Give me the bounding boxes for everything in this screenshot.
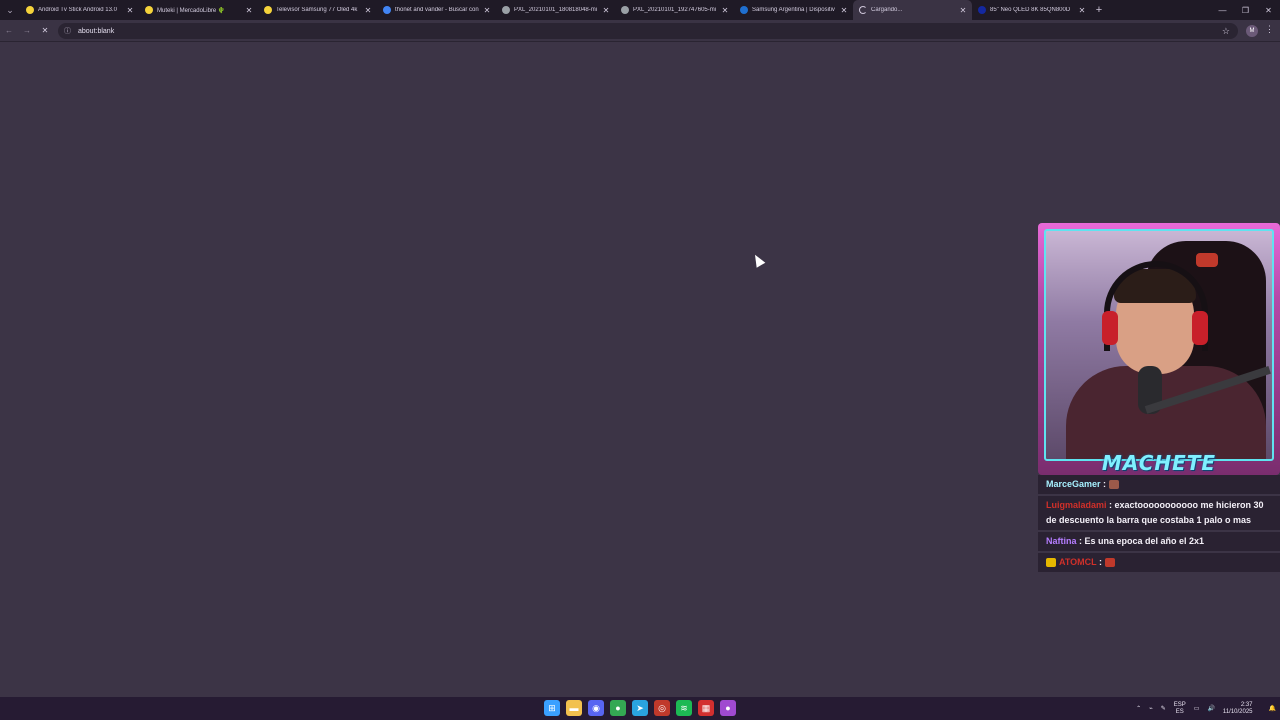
chat-overlay: MarceGamer : Luigmaladami : exactooooooo…	[1038, 475, 1280, 574]
language-indicator[interactable]: ESP ES	[1174, 702, 1186, 716]
new-tab-button[interactable]: +	[1091, 4, 1107, 16]
window-controls: — ❐ ✕	[1211, 0, 1280, 20]
language-bottom: ES	[1175, 708, 1184, 715]
chat-emote-icon	[1108, 480, 1119, 490]
tabs-container: Android Tv Stick Android 13.0 ✕ Muteki | …	[20, 0, 1091, 20]
profile-avatar[interactable]: M	[1246, 25, 1258, 37]
tab-close-icon[interactable]: ✕	[244, 6, 254, 15]
chat-emote-icon	[1104, 558, 1115, 568]
tab-close-icon[interactable]: ✕	[601, 6, 611, 15]
network-icon[interactable]: ▭	[1194, 705, 1200, 712]
browser-tab[interactable]: Android Tv Stick Android 13.0 ✕	[20, 0, 139, 20]
streamer-name: MACHETE	[1101, 451, 1217, 475]
chat-message: ATOMCL :	[1038, 553, 1280, 572]
browser-tab[interactable]: 85" Neo QLED 8K 85QN800D ✕	[972, 0, 1091, 20]
notification-icon[interactable]: 🔔	[1269, 705, 1276, 712]
chat-username: ATOMCL	[1059, 557, 1097, 567]
browser-tab[interactable]: Samsung Argentina | Dispositiv ✕	[734, 0, 853, 20]
menu-icon[interactable]: ⋮	[1265, 24, 1274, 35]
browser-tab[interactable]: Cargando... ✕	[853, 0, 972, 20]
discord-icon[interactable]: ◉	[588, 700, 604, 716]
chair-logo	[1196, 253, 1218, 267]
tab-title: Muteki | MercadoLibre 🌵	[157, 7, 226, 14]
forward-icon[interactable]: →	[18, 26, 36, 35]
bookmark-star-icon[interactable]: ☆	[1222, 26, 1230, 37]
windows-start-icon[interactable]: ⊞	[544, 700, 560, 716]
pen-icon[interactable]: ✎	[1161, 705, 1166, 712]
tab-close-icon[interactable]: ✕	[958, 6, 968, 15]
telegram-icon[interactable]: ➤	[632, 700, 648, 716]
calendar-app-icon[interactable]: ▦	[698, 700, 714, 716]
chat-text: :	[1100, 479, 1109, 489]
tab-favicon-icon	[502, 6, 510, 14]
webcam-feed	[1044, 229, 1274, 461]
chrome-icon[interactable]: ●	[610, 700, 626, 716]
tab-favicon-icon	[978, 6, 986, 14]
browser-toolbar: ← → ✕ ⓘ about:blank ☆ M ⋮	[0, 20, 1280, 42]
chat-message: Luigmaladami : exactooooooooooo me hicie…	[1038, 496, 1280, 530]
info-icon[interactable]: ⓘ	[64, 26, 74, 36]
user-badge-icon	[1046, 558, 1056, 568]
chat-text: : Es una epoca del año el 2x1	[1076, 536, 1205, 546]
tab-close-icon[interactable]: ✕	[482, 6, 492, 15]
browser-tab[interactable]: Televisor Samsung 77 Oled 4k ✕	[258, 0, 377, 20]
volume-icon[interactable]: 🔊	[1207, 705, 1214, 712]
tab-search-icon[interactable]: ⌄	[0, 0, 20, 20]
address-text[interactable]: about:blank	[78, 28, 114, 35]
chrome-active-icon[interactable]: ●	[720, 700, 736, 716]
chat-text: :	[1096, 557, 1105, 567]
system-tray: ⌃ ⌁ ✎ ESP ES ▭ 🔊 2:37 11/10/2025 🔔	[1132, 697, 1280, 720]
loading-spinner-icon	[859, 6, 867, 14]
browser-tab[interactable]: Muteki | MercadoLibre 🌵 ✕	[139, 0, 258, 20]
chat-username: Luigmaladami	[1046, 500, 1107, 510]
stop-loading-icon[interactable]: ✕	[36, 26, 54, 35]
address-bar[interactable]: ⓘ about:blank ☆	[58, 23, 1238, 39]
minimize-button[interactable]: —	[1211, 0, 1234, 20]
browser-tab[interactable]: PXL_20210101_180818048-mi ✕	[496, 0, 615, 20]
taskbar-apps: ⊞ ▬ ◉ ● ➤ ◎ ≋ ▦ ●	[544, 700, 742, 716]
tab-title: Televisor Samsung 77 Oled 4k	[276, 7, 358, 13]
browser-tab[interactable]: thonet and vander - Buscar con ✕	[377, 0, 496, 20]
restore-button[interactable]: ❐	[1234, 0, 1257, 20]
tab-favicon-icon	[145, 6, 153, 14]
browser-tab[interactable]: PXL_20210101_192747605-mi ✕	[615, 0, 734, 20]
tab-title: PXL_20210101_180818048-mi	[514, 7, 598, 13]
tab-favicon-icon	[740, 6, 748, 14]
chat-message: Naftina : Es una epoca del año el 2x1	[1038, 532, 1280, 551]
clock-date: 11/10/2025	[1222, 708, 1253, 715]
tab-favicon-icon	[383, 6, 391, 14]
tab-title: Android Tv Stick Android 13.0	[38, 7, 117, 13]
tab-title: thonet and vander - Buscar con	[395, 7, 479, 13]
file-explorer-icon[interactable]: ▬	[566, 700, 582, 716]
tab-title: 85" Neo QLED 8K 85QN800D	[990, 7, 1071, 13]
chat-username: Naftina	[1046, 536, 1077, 546]
chevron-up-icon[interactable]: ⌃	[1136, 705, 1141, 712]
tab-title: PXL_20210101_192747605-mi	[633, 7, 717, 13]
usb-icon[interactable]: ⌁	[1149, 705, 1153, 712]
headset-earcup-left	[1102, 311, 1118, 345]
tab-favicon-icon	[621, 6, 629, 14]
clock[interactable]: 2:37 11/10/2025	[1223, 702, 1253, 716]
windows-taskbar: ⊞ ▬ ◉ ● ➤ ◎ ≋ ▦ ● ⌃ ⌁ ✎ ESP ES ▭ 🔊 2:37 11/10/20…	[0, 697, 1280, 720]
tab-close-icon[interactable]: ✕	[839, 6, 849, 15]
webcam-overlay: MACHETE	[1038, 223, 1280, 475]
tab-close-icon[interactable]: ✕	[363, 6, 373, 15]
tab-title: Cargando...	[871, 7, 903, 13]
chat-message: MarceGamer :	[1038, 475, 1280, 494]
tab-favicon-icon	[264, 6, 272, 14]
headset-earcup-right	[1192, 311, 1208, 345]
back-icon[interactable]: ←	[0, 26, 18, 35]
clock-time: 2:37	[1240, 701, 1253, 708]
tab-favicon-icon	[26, 6, 34, 14]
language-top: ESP	[1173, 701, 1186, 708]
spotify-icon[interactable]: ≋	[676, 700, 692, 716]
tab-close-icon[interactable]: ✕	[125, 6, 135, 15]
tab-title: Samsung Argentina | Dispositiv	[752, 7, 835, 13]
tab-strip: ⌄ Android Tv Stick Android 13.0 ✕ Muteki …	[0, 0, 1280, 20]
chat-username: MarceGamer	[1046, 479, 1101, 489]
tab-close-icon[interactable]: ✕	[720, 6, 730, 15]
steam-icon[interactable]: ◎	[654, 700, 670, 716]
close-window-button[interactable]: ✕	[1257, 0, 1280, 20]
tab-close-icon[interactable]: ✕	[1077, 6, 1087, 15]
